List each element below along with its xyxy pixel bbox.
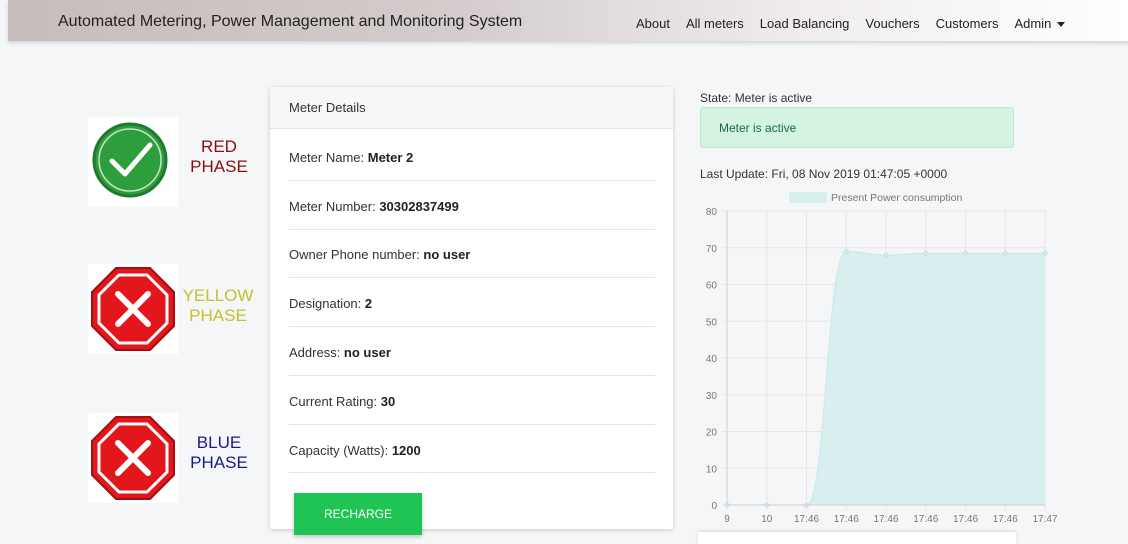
app-title[interactable]: Automated Metering, Power Management and… — [58, 13, 522, 31]
divider — [289, 424, 655, 425]
last-update-text: Last Update: Fri, 08 Nov 2019 01:47:05 +… — [700, 167, 948, 181]
y-tick-label: 20 — [706, 428, 718, 439]
detail-value: no user — [343, 345, 391, 360]
nav-about[interactable]: About — [636, 16, 670, 31]
x-tick-label: 17:46 — [873, 514, 898, 525]
data-point — [923, 250, 929, 256]
y-tick-label: 50 — [706, 317, 718, 328]
data-point — [963, 250, 968, 256]
check-circle-icon — [88, 117, 178, 207]
yellow-phase-line1: YELLOW — [182, 286, 254, 305]
detail-label: Capacity (Watts): — [289, 443, 392, 458]
red-phase-line2: PHASE — [190, 157, 248, 176]
detail-label: Owner Phone number: — [289, 247, 424, 262]
nav-all-meters[interactable]: All meters — [686, 16, 744, 31]
divider — [289, 472, 655, 473]
nav-menu: About All meters Load Balancing Vouchers… — [636, 16, 1066, 31]
x-tick-label: 17:46 — [913, 514, 938, 525]
divider — [289, 277, 655, 278]
detail-address: Address: no user — [289, 345, 655, 360]
detail-value: 30 — [380, 394, 396, 409]
x-tick-label: 9 — [724, 514, 730, 525]
stop-error-icon — [88, 264, 178, 354]
top-navbar: Automated Metering, Power Management and… — [8, 0, 1128, 41]
x-tick-label: 17:46 — [794, 514, 819, 525]
divider — [289, 375, 655, 376]
divider — [289, 326, 655, 327]
divider — [289, 180, 655, 181]
y-tick-label: 40 — [706, 354, 718, 365]
blue-phase-line2: PHASE — [190, 453, 248, 472]
power-consumption-chart: 0 10 20 30 40 50 60 70 80 9 10 17:46 17:46 17:46 17:46… — [706, 192, 1058, 525]
legend-label: Present Power consumption — [831, 192, 962, 204]
yellow-phase-label: YELLOW PHASE — [176, 286, 260, 326]
data-point — [883, 252, 889, 258]
y-tick-label: 60 — [706, 281, 718, 292]
detail-label: Address: — [289, 345, 344, 360]
detail-value: 30302837499 — [379, 199, 459, 214]
detail-owner-phone: Owner Phone number: no user — [289, 247, 655, 262]
y-tick-label: 10 — [706, 464, 718, 475]
data-point — [843, 248, 849, 254]
y-tick-label: 30 — [706, 391, 718, 402]
data-point — [1002, 250, 1008, 256]
legend-swatch — [789, 192, 827, 203]
card-header: Meter Details — [270, 87, 673, 129]
series-area — [727, 251, 1045, 505]
blue-phase-label: BLUE PHASE — [178, 433, 260, 473]
detail-label: Current Rating: — [289, 394, 381, 409]
detail-value: 2 — [364, 296, 373, 311]
nav-customers[interactable]: Customers — [936, 16, 999, 31]
x-tick-label: 10 — [761, 514, 773, 525]
y-tick-label: 70 — [706, 244, 718, 255]
blue-phase-line1: BLUE — [196, 433, 242, 452]
detail-value: no user — [423, 247, 471, 262]
detail-label: Meter Number: — [289, 199, 380, 214]
detail-meter-name: Meter Name: Meter 2 — [289, 150, 655, 165]
red-phase-line1: RED — [201, 137, 237, 156]
detail-meter-number: Meter Number: 30302837499 — [289, 199, 655, 214]
detail-label: Designation: — [289, 296, 365, 311]
recharge-button[interactable]: RECHARGE — [294, 493, 422, 535]
y-tick-label: 0 — [711, 501, 717, 512]
x-tick-label: 17:47 — [1032, 514, 1057, 525]
nav-vouchers[interactable]: Vouchers — [865, 16, 919, 31]
nav-admin-label: Admin — [1014, 16, 1052, 31]
divider — [289, 229, 655, 230]
nav-admin-dropdown[interactable]: Admin — [1014, 16, 1066, 31]
stop-error-icon — [88, 413, 178, 503]
nav-load-balancing[interactable]: Load Balancing — [760, 16, 850, 31]
status-alert: Meter is active — [700, 107, 1014, 148]
y-tick-label: 80 — [706, 207, 718, 218]
next-card-edge — [698, 532, 1016, 544]
detail-capacity: Capacity (Watts): 1200 — [289, 443, 655, 458]
state-text: State: Meter is active — [700, 91, 813, 105]
detail-current-rating: Current Rating: 30 — [289, 394, 655, 409]
x-tick-label: 17:46 — [834, 514, 859, 525]
meter-details-card: Meter Details Meter Name: Meter 2 Meter … — [270, 87, 673, 529]
red-phase-label: RED PHASE — [178, 137, 260, 177]
data-point — [1042, 250, 1048, 256]
detail-value: 1200 — [391, 443, 421, 458]
detail-designation: Designation: 2 — [289, 296, 655, 311]
x-tick-label: 17:46 — [993, 514, 1018, 525]
yellow-phase-line2: PHASE — [189, 306, 247, 325]
detail-value: Meter 2 — [367, 150, 414, 165]
detail-label: Meter Name: — [289, 150, 368, 165]
x-tick-label: 17:46 — [953, 514, 978, 525]
caret-down-icon — [1057, 22, 1066, 28]
